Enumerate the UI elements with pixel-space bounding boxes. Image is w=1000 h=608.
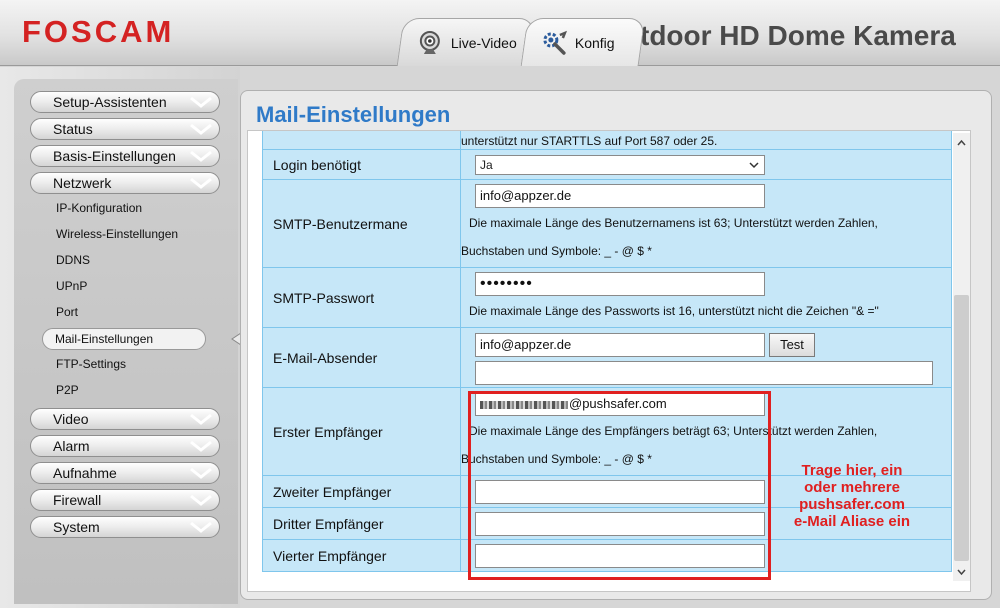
chevron-down-icon xyxy=(190,440,212,452)
annotation-line: pushsafer.com xyxy=(799,496,905,513)
chevron-down-icon xyxy=(190,413,212,425)
app-header: FOSCAM Live-Video Konfig tdoor HD Dome K… xyxy=(0,0,1000,66)
form-row-smtp-user: SMTP-Benutzermane info@appzer.de Die max… xyxy=(262,179,952,268)
smtp-pass-input[interactable]: •••••••• xyxy=(475,272,765,296)
form-label-empty xyxy=(262,131,461,150)
tab-konfig[interactable]: Konfig xyxy=(520,18,646,66)
smtp-pass-label: SMTP-Passwort xyxy=(262,267,461,328)
second-recipient-label: Zweiter Empfänger xyxy=(262,475,461,508)
annotation-text: Trage hier, ein oder mehrere pushsafer.c… xyxy=(782,462,922,530)
sidebar-subitem-ddns[interactable]: DDNS xyxy=(56,253,90,267)
form-row-smtp-pass: SMTP-Passwort •••••••• Die maximale Läng… xyxy=(262,267,952,328)
sidebar-item-setup-assistenten[interactable]: Setup-Assistenten xyxy=(30,91,220,113)
annotation-line: Trage hier, ein xyxy=(801,462,903,479)
scroll-down-icon[interactable] xyxy=(955,565,968,578)
form-row-starttls-hint: unterstützt nur STARTTLS auf Port 587 od… xyxy=(262,131,952,150)
sidebar-item-aufnahme[interactable]: Aufnahme xyxy=(30,462,220,484)
sidebar-subitem-upnp[interactable]: UPnP xyxy=(56,279,87,293)
smtp-user-label: SMTP-Benutzermane xyxy=(262,179,461,268)
test-button[interactable]: Test xyxy=(769,333,815,357)
smtp-user-hint: Die maximale Länge des Benutzernamens is… xyxy=(469,216,878,230)
sidebar-subitem-mail-einstellungen[interactable]: Mail-Einstellungen xyxy=(42,328,206,350)
tools-icon xyxy=(541,30,568,56)
annotation-line: oder mehrere xyxy=(804,479,900,496)
smtp-pass-hint: Die maximale Länge des Passworts ist 16,… xyxy=(469,304,879,318)
tab-live-video[interactable]: Live-Video xyxy=(396,18,536,66)
page-title: Mail-Einstellungen xyxy=(254,102,453,128)
chevron-down-icon xyxy=(190,494,212,506)
sidebar-item-label: Status xyxy=(53,121,93,137)
fourth-recipient-label: Vierter Empfänger xyxy=(262,539,461,572)
login-select[interactable]: Ja xyxy=(475,154,765,175)
sender-label: E-Mail-Absender xyxy=(262,327,461,388)
scroll-up-icon[interactable] xyxy=(955,137,968,150)
sidebar-item-label: Aufnahme xyxy=(53,465,117,481)
sidebar-item-label: System xyxy=(53,519,100,535)
sidebar-item-netzwerk[interactable]: Netzwerk xyxy=(30,172,220,194)
sidebar-item-label: Setup-Assistenten xyxy=(53,94,167,110)
sidebar-item-system[interactable]: System xyxy=(30,516,220,538)
sidebar-subitem-ftp-settings[interactable]: FTP-Settings xyxy=(56,357,126,371)
sidebar-subitem-p2p[interactable]: P2P xyxy=(56,383,79,397)
chevron-down-icon xyxy=(190,150,212,162)
form-row-sender: E-Mail-Absender info@appzer.de Test xyxy=(262,327,952,388)
starttls-hint: unterstützt nur STARTTLS auf Port 587 od… xyxy=(461,134,718,148)
chevron-down-icon xyxy=(190,96,212,108)
camera-model-title: tdoor HD Dome Kamera xyxy=(640,20,956,51)
sidebar-item-label: Alarm xyxy=(53,438,90,454)
sender-input[interactable]: info@appzer.de xyxy=(475,333,765,357)
chevron-down-icon xyxy=(190,177,212,189)
sidebar-subitem-wireless[interactable]: Wireless-Einstellungen xyxy=(56,227,178,241)
content-scrollbar[interactable] xyxy=(953,133,970,581)
sidebar-item-alarm[interactable]: Alarm xyxy=(30,435,220,457)
sidebar-subitem-port[interactable]: Port xyxy=(56,305,78,319)
sidebar-item-video[interactable]: Video xyxy=(30,408,220,430)
sidebar-item-label: Video xyxy=(53,411,89,427)
sidebar-item-firewall[interactable]: Firewall xyxy=(30,489,220,511)
sidebar-item-basis-einstellungen[interactable]: Basis-Einstellungen xyxy=(30,145,220,167)
sidebar-item-label: Firewall xyxy=(53,492,102,508)
sidebar-item-status[interactable]: Status xyxy=(30,118,220,140)
login-label: Login benötigt xyxy=(262,149,461,180)
chevron-down-icon xyxy=(190,521,212,533)
smtp-user-input[interactable]: info@appzer.de xyxy=(475,184,765,208)
chevron-down-icon xyxy=(190,467,212,479)
highlight-box xyxy=(468,391,771,580)
form-row-login: Login benötigt Ja xyxy=(262,149,952,180)
chevron-down-icon xyxy=(190,123,212,135)
webcam-icon xyxy=(417,30,443,56)
annotation-line: e-Mail Aliase ein xyxy=(793,513,911,530)
tab-live-video-label: Live-Video xyxy=(450,34,517,51)
third-recipient-label: Dritter Empfänger xyxy=(262,507,461,540)
scroll-thumb[interactable] xyxy=(954,295,969,561)
foscam-logo: FOSCAM xyxy=(22,14,175,49)
sidebar-item-label: Basis-Einstellungen xyxy=(53,148,176,164)
first-recipient-label: Erster Empfänger xyxy=(262,387,461,476)
sidebar-item-label: Netzwerk xyxy=(53,175,112,191)
smtp-user-hint-2: Buchstaben und Symbole: _ - @ $ * xyxy=(461,244,652,258)
sidebar-subitem-ip-konfiguration[interactable]: IP-Konfiguration xyxy=(56,201,142,215)
tab-konfig-label: Konfig xyxy=(574,34,615,51)
chevron-down-icon xyxy=(749,161,759,168)
login-select-value: Ja xyxy=(480,157,493,172)
test-result-field xyxy=(475,361,933,385)
